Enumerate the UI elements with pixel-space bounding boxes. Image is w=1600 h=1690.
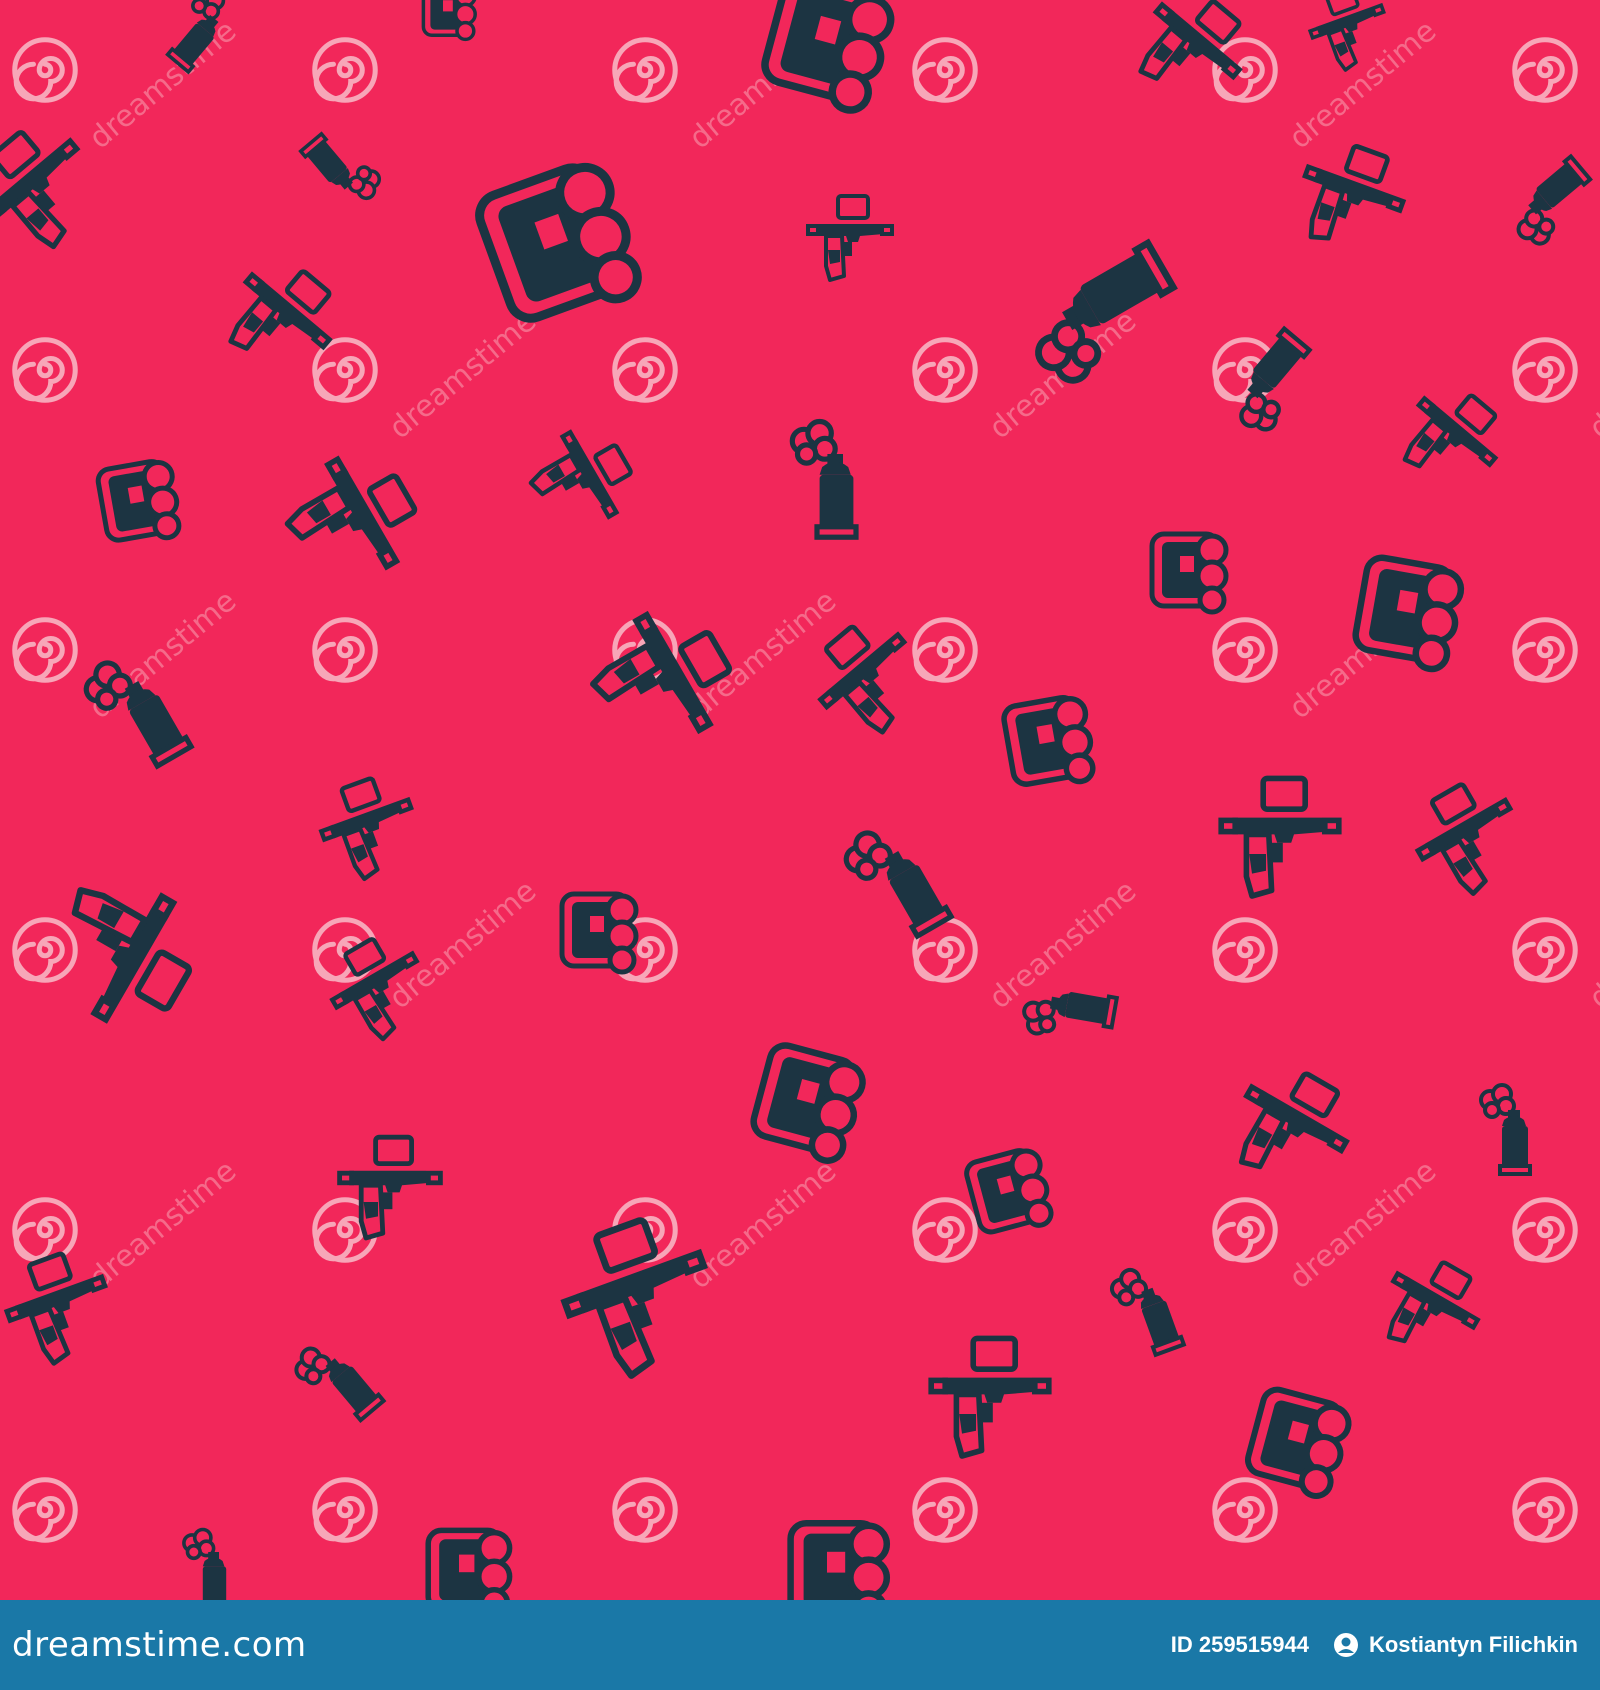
seamless-pattern: dreamstime dreamstime dreamstimedreamstime… <box>0 0 1600 1600</box>
stock-image: dreamstime dreamstime dreamstime dreamstime… <box>0 0 1600 1690</box>
pink-background <box>0 0 1600 1600</box>
user-circle-icon <box>1333 1633 1358 1657</box>
paint-bucket-set-icon <box>96 458 182 548</box>
paint-bucket-set-icon <box>1152 534 1226 612</box>
paint-bucket-set-icon <box>791 1523 887 1600</box>
image-id: ID 259515944 <box>1170 1632 1309 1657</box>
author-name[interactable]: Kostiantyn Filichkin <box>1369 1632 1578 1658</box>
paint-bucket-set-icon <box>421 0 477 42</box>
paint-bucket-set-icon <box>562 894 636 972</box>
footer-bar: dreamstime.com ID 259515944 Kostiantyn F… <box>0 1600 1600 1690</box>
dreamstime-brand[interactable]: dreamstime.com <box>12 1625 307 1665</box>
paint-bucket-set-icon <box>428 1530 509 1600</box>
image-credit: ID 259515944 Kostiantyn Filichkin <box>1171 1632 1578 1658</box>
paint-bucket-set-icon <box>1002 694 1097 793</box>
